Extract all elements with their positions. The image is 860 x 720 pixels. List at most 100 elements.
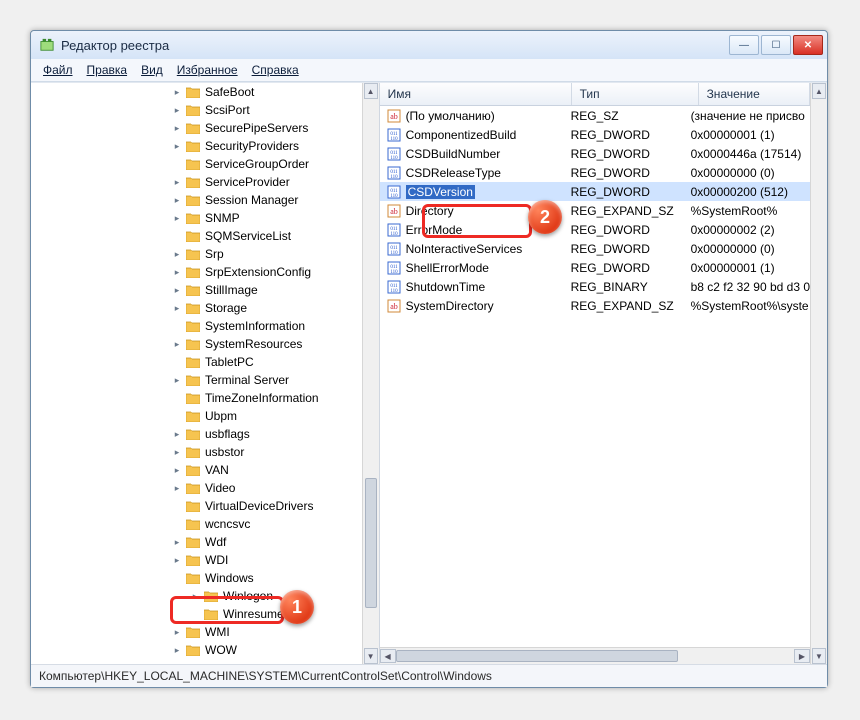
values-list[interactable]: ab(По умолчанию)REG_SZ(значение не присв… — [380, 106, 810, 647]
menu-file[interactable]: Файл — [37, 61, 79, 79]
tree-node-label: VAN — [205, 463, 229, 477]
tree-node[interactable]: ▸WMI — [31, 623, 346, 641]
value-row[interactable]: 011110NoInteractiveServicesREG_DWORD0x00… — [380, 239, 810, 258]
tree-node[interactable]: ▸ Terminal Server — [31, 371, 346, 389]
tree-node[interactable]: SystemInformation — [31, 317, 346, 335]
menu-edit[interactable]: Правка — [81, 61, 134, 79]
col-name[interactable]: Имя — [380, 83, 572, 105]
folder-icon — [185, 535, 201, 549]
tree-node[interactable]: Ubpm — [31, 407, 346, 425]
expand-icon[interactable]: ▸ — [171, 645, 183, 656]
value-data: 0x00000200 (512) — [689, 185, 810, 199]
expand-icon[interactable]: ▸ — [171, 375, 183, 386]
tree-node[interactable]: TimeZoneInformation — [31, 389, 346, 407]
tree-node[interactable]: ▸ScsiPort — [31, 101, 346, 119]
expand-icon[interactable]: ▸ — [171, 195, 183, 206]
expand-icon[interactable]: ▸ — [171, 87, 183, 98]
value-name: NoInteractiveServices — [406, 242, 523, 256]
tree-node[interactable]: SQMServiceList — [31, 227, 346, 245]
expand-icon[interactable]: ▸ — [171, 447, 183, 458]
expand-icon[interactable]: ▸ — [171, 177, 183, 188]
expand-icon[interactable]: ▸ — [171, 429, 183, 440]
close-button[interactable]: ✕ — [793, 35, 823, 55]
expand-icon[interactable]: ▸ — [171, 213, 183, 224]
tree-node[interactable]: ▸ServiceProvider — [31, 173, 346, 191]
col-value[interactable]: Значение — [699, 83, 810, 105]
tree-node[interactable]: ▸SrpExtensionConfig — [31, 263, 346, 281]
expand-icon[interactable]: ▸ — [171, 537, 183, 548]
tree-node[interactable]: ▸SNMP — [31, 209, 346, 227]
folder-icon — [185, 265, 201, 279]
binary-value-icon: 011110 — [386, 279, 402, 295]
list-hscrollbar[interactable]: ◀ ▶ — [380, 647, 810, 664]
folder-icon — [185, 283, 201, 297]
tree-node[interactable]: ▸usbstor — [31, 443, 346, 461]
menu-fav[interactable]: Избранное — [171, 61, 244, 79]
scroll-left-button[interactable]: ◀ — [380, 649, 396, 663]
tree-node[interactable]: ▸SafeBoot — [31, 83, 346, 101]
tree-node[interactable]: ▸Video — [31, 479, 346, 497]
tree-node[interactable]: ▸SystemResources — [31, 335, 346, 353]
expand-icon[interactable]: ▸ — [171, 555, 183, 566]
value-row[interactable]: abSystemDirectoryREG_EXPAND_SZ%SystemRoo… — [380, 296, 810, 315]
tree-node[interactable]: ▸SecurityProviders — [31, 137, 346, 155]
value-row[interactable]: 011110ComponentizedBuildREG_DWORD0x00000… — [380, 125, 810, 144]
list-vscrollbar[interactable]: ▲ ▼ — [810, 83, 827, 664]
tree-node[interactable]: VirtualDeviceDrivers — [31, 497, 346, 515]
expand-icon[interactable]: ▸ — [171, 483, 183, 494]
svg-text:ab: ab — [390, 207, 398, 216]
titlebar[interactable]: Редактор реестра — ☐ ✕ — [31, 31, 827, 59]
value-row[interactable]: ab(По умолчанию)REG_SZ(значение не присв… — [380, 106, 810, 125]
maximize-button[interactable]: ☐ — [761, 35, 791, 55]
expand-icon[interactable]: ▸ — [171, 141, 183, 152]
value-row[interactable]: 011110CSDBuildNumberREG_DWORD0x0000446a … — [380, 144, 810, 163]
tree-node[interactable]: ▸Storage — [31, 299, 346, 317]
tree-node[interactable]: TabletPC — [31, 353, 346, 371]
tree-node-label: Terminal Server — [205, 373, 289, 387]
tree-node[interactable]: ▸StillImage — [31, 281, 346, 299]
expand-icon[interactable]: ▸ — [171, 267, 183, 278]
folder-icon — [185, 139, 201, 153]
tree-node[interactable]: Windows — [31, 569, 346, 587]
tree-node[interactable]: wcncsvc — [31, 515, 346, 533]
value-type: REG_DWORD — [569, 185, 689, 199]
tree-node[interactable]: ▸Srp — [31, 245, 346, 263]
registry-tree[interactable]: ▸SafeBoot▸ScsiPort▸SecurePipeServers▸Sec… — [31, 83, 362, 664]
expand-icon[interactable]: ▸ — [171, 123, 183, 134]
list-header[interactable]: Имя Тип Значение — [380, 83, 810, 106]
tree-scroll-thumb[interactable] — [365, 478, 377, 608]
scroll-down-button[interactable]: ▼ — [812, 648, 826, 664]
menu-help[interactable]: Справка — [246, 61, 305, 79]
scroll-right-button[interactable]: ▶ — [794, 649, 810, 663]
status-bar: Компьютер\HKEY_LOCAL_MACHINE\SYSTEM\Curr… — [31, 664, 827, 687]
expand-icon[interactable]: ▸ — [171, 627, 183, 638]
expand-icon[interactable]: ▸ — [171, 249, 183, 260]
value-row[interactable]: 011110ShutdownTimeREG_BINARYb8 c2 f2 32 … — [380, 277, 810, 296]
value-row[interactable]: 011110CSDVersionREG_DWORD0x00000200 (512… — [380, 182, 810, 201]
tree-node[interactable]: ServiceGroupOrder — [31, 155, 346, 173]
expand-icon[interactable]: ▸ — [171, 303, 183, 314]
tree-node[interactable]: ▸Session Manager — [31, 191, 346, 209]
tree-node[interactable]: ▸usbflags — [31, 425, 346, 443]
tree-node[interactable]: ▸WDI — [31, 551, 346, 569]
value-row[interactable]: 011110CSDReleaseTypeREG_DWORD0x00000000 … — [380, 163, 810, 182]
tree-node[interactable]: ▸Wdf — [31, 533, 346, 551]
expand-icon[interactable]: ▸ — [171, 339, 183, 350]
menu-view[interactable]: Вид — [135, 61, 169, 79]
scroll-up-button[interactable]: ▲ — [364, 83, 378, 99]
tree-vscrollbar[interactable]: ▲ ▼ — [362, 83, 379, 664]
tree-node[interactable]: ▸WOW — [31, 641, 346, 659]
col-type[interactable]: Тип — [572, 83, 699, 105]
scroll-down-button[interactable]: ▼ — [364, 648, 378, 664]
tree-node-label: SystemInformation — [205, 319, 305, 333]
value-row[interactable]: 011110ShellErrorModeREG_DWORD0x00000001 … — [380, 258, 810, 277]
tree-node[interactable]: ▸SecurePipeServers — [31, 119, 346, 137]
tree-node[interactable]: ▸ VAN — [31, 461, 346, 479]
minimize-button[interactable]: — — [729, 35, 759, 55]
scroll-up-button[interactable]: ▲ — [812, 83, 826, 99]
expand-icon[interactable]: ▸ — [171, 285, 183, 296]
expand-icon[interactable]: ▸ — [171, 105, 183, 116]
expand-icon[interactable]: ▸ — [171, 465, 183, 476]
value-name: ComponentizedBuild — [406, 128, 517, 142]
list-hscroll-thumb[interactable] — [396, 650, 678, 662]
